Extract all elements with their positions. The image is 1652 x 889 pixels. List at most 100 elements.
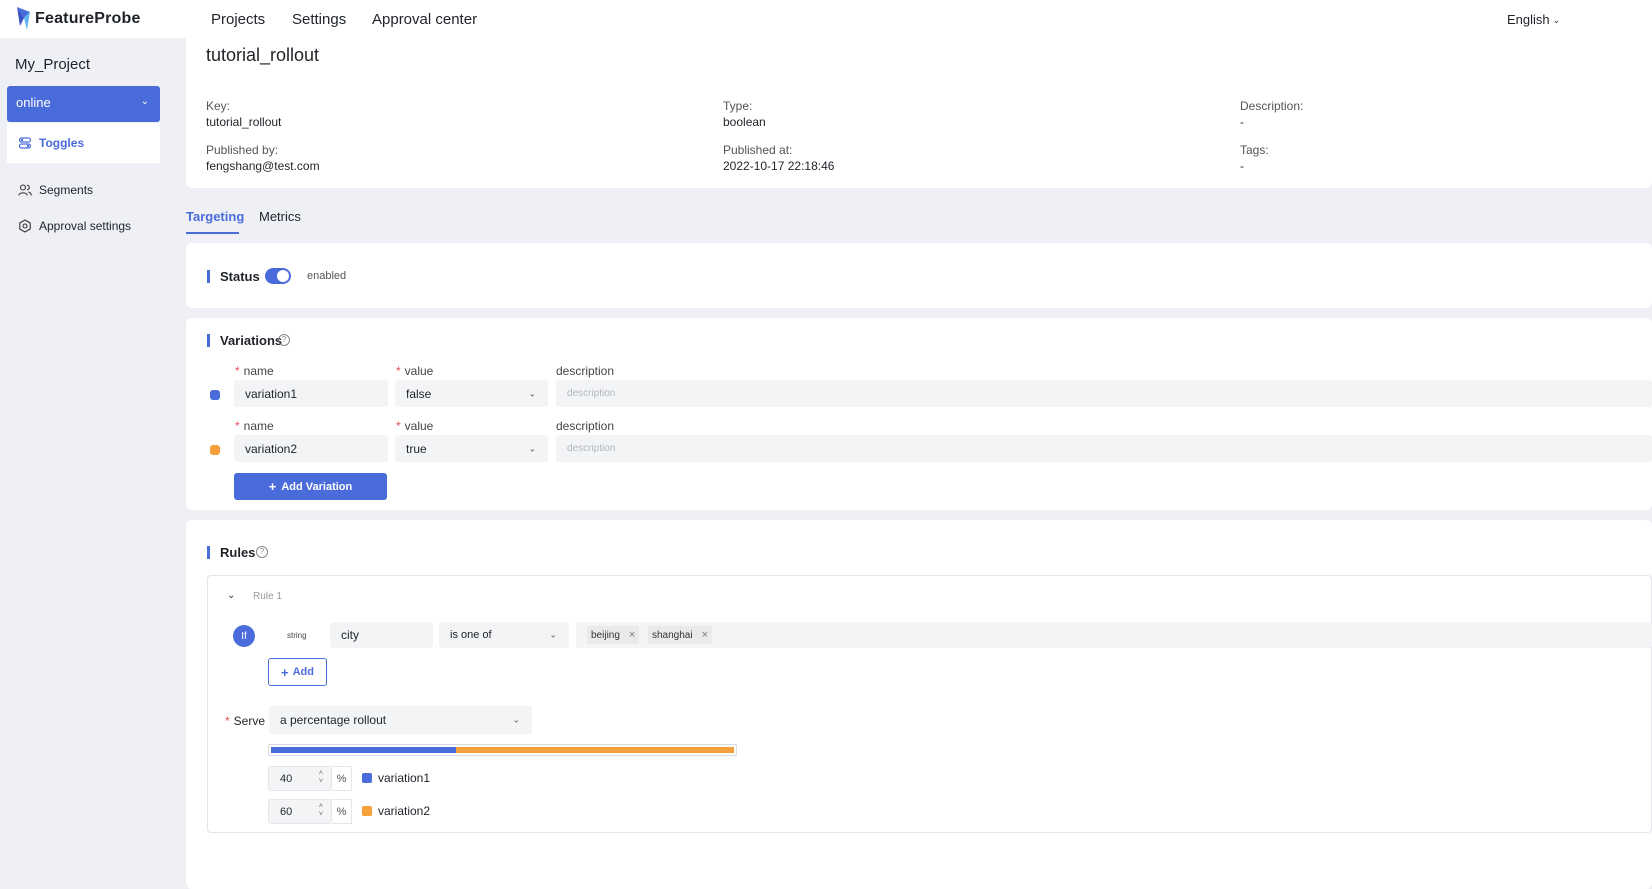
variation-name-input[interactable]: variation1 bbox=[234, 380, 388, 407]
environment-label: online bbox=[16, 95, 51, 110]
stepper-icon[interactable]: ˄ ˅ bbox=[319, 770, 323, 786]
plus-icon: + bbox=[268, 479, 277, 494]
values-multiselect[interactable] bbox=[576, 622, 1652, 648]
page-title: tutorial_rollout bbox=[206, 45, 320, 65]
sidebar-item-label: Toggles bbox=[39, 136, 85, 150]
description-label: description bbox=[556, 419, 615, 433]
operator-select[interactable]: is one of ⌄ bbox=[439, 622, 569, 648]
rollout-variation-name: variation2 bbox=[378, 804, 431, 818]
description-value: - bbox=[1240, 115, 1244, 129]
key-value: tutorial_rollout bbox=[206, 115, 282, 129]
active-tab-indicator bbox=[186, 232, 239, 234]
add-condition-button[interactable]: + Add bbox=[268, 658, 327, 686]
rule-name: Rule 1 bbox=[253, 591, 282, 602]
type-label: Type: bbox=[723, 99, 753, 113]
published-at-value: 2022-10-17 22:18:46 bbox=[723, 159, 835, 173]
value-tag: beijing × bbox=[587, 626, 640, 644]
status-text: enabled bbox=[307, 270, 347, 282]
language-label: English bbox=[1507, 12, 1550, 27]
type-value: boolean bbox=[723, 115, 766, 129]
variations-card bbox=[186, 318, 1652, 510]
serve-select[interactable]: a percentage rollout ⌄ bbox=[269, 706, 532, 734]
tab-metrics[interactable]: Metrics bbox=[259, 209, 301, 224]
project-name: My_Project bbox=[15, 56, 91, 73]
rollout-segment bbox=[456, 747, 734, 753]
nav-projects[interactable]: Projects bbox=[211, 11, 265, 28]
variations-title: Variations bbox=[220, 333, 283, 348]
variation-color-dot bbox=[362, 806, 372, 816]
variation-value: true bbox=[406, 441, 427, 456]
percent-input[interactable]: 60 ˄ ˅ bbox=[268, 799, 332, 824]
brand-logo[interactable]: FeatureProbe bbox=[16, 5, 141, 33]
percent-input[interactable]: 40 ˄ ˅ bbox=[268, 766, 332, 791]
percent-sign: % bbox=[332, 766, 352, 791]
rollout-segment bbox=[271, 747, 457, 753]
operator-value: is one of bbox=[450, 629, 492, 641]
close-icon[interactable]: × bbox=[629, 629, 635, 641]
if-badge: If bbox=[233, 625, 255, 647]
nav-approval-center[interactable]: Approval center bbox=[372, 11, 477, 28]
toggle-icon bbox=[18, 136, 32, 150]
description-label: description bbox=[556, 364, 615, 378]
value-label: * value bbox=[396, 419, 434, 433]
sidebar-item-label: Approval settings bbox=[39, 219, 132, 233]
tags-label: Tags: bbox=[1240, 143, 1269, 157]
sidebar: My_Project online ⌄ Toggles Segments App… bbox=[0, 38, 186, 889]
variation-name-input[interactable]: variation2 bbox=[234, 435, 388, 462]
users-icon bbox=[18, 183, 32, 197]
published-at-label: Published at: bbox=[723, 143, 793, 157]
attribute-input[interactable]: city bbox=[330, 622, 433, 648]
chevron-down-icon: ⌄ bbox=[140, 96, 149, 107]
help-icon[interactable]: ? bbox=[278, 334, 290, 346]
stepper-icon[interactable]: ˄ ˅ bbox=[319, 803, 323, 819]
close-icon[interactable]: × bbox=[702, 629, 708, 641]
gear-icon bbox=[18, 219, 32, 233]
variation-description-input[interactable]: description bbox=[556, 435, 1652, 462]
name-label: * name bbox=[235, 419, 274, 433]
chevron-down-icon: ⌄ bbox=[528, 443, 536, 453]
section-marker bbox=[207, 334, 210, 347]
serve-label: * Serve bbox=[225, 714, 266, 728]
published-by-label: Published by: bbox=[206, 143, 279, 157]
switch-knob bbox=[277, 270, 289, 282]
variation-value-select[interactable]: false ⌄ bbox=[395, 380, 548, 407]
value-label: * value bbox=[396, 364, 434, 378]
add-variation-button[interactable]: + Add Variation bbox=[234, 473, 387, 500]
tab-targeting[interactable]: Targeting bbox=[186, 209, 244, 224]
serve-value: a percentage rollout bbox=[280, 713, 387, 727]
sidebar-item-approval-settings[interactable]: Approval settings bbox=[7, 206, 160, 246]
variation-description-input[interactable]: description bbox=[556, 380, 1652, 407]
section-marker bbox=[207, 546, 210, 559]
sidebar-item-toggles[interactable]: Toggles bbox=[7, 123, 160, 163]
language-select[interactable]: English ⌄ bbox=[1507, 12, 1560, 27]
section-marker bbox=[207, 270, 210, 283]
environment-select[interactable]: online ⌄ bbox=[7, 86, 160, 122]
chevron-down-icon: ⌄ bbox=[549, 629, 557, 640]
variation-color-dot bbox=[210, 390, 220, 400]
rollout-bar bbox=[268, 744, 737, 756]
top-nav: FeatureProbe Projects Settings Approval … bbox=[0, 0, 1652, 38]
chevron-down-icon: ⌄ bbox=[528, 388, 536, 398]
value-tag: shanghai × bbox=[648, 626, 713, 644]
featureprobe-logo-icon bbox=[17, 7, 30, 30]
variation-value-select[interactable]: true ⌄ bbox=[395, 435, 548, 462]
chevron-down-icon: ⌄ bbox=[1552, 15, 1561, 26]
sidebar-item-label: Segments bbox=[39, 183, 94, 197]
rollout-bar-fill bbox=[271, 747, 734, 753]
help-icon[interactable]: ? bbox=[256, 546, 268, 558]
rule-panel bbox=[207, 575, 1652, 833]
brand-name: FeatureProbe bbox=[35, 10, 141, 27]
description-label: Description: bbox=[1240, 99, 1304, 113]
rollout-variation-name: variation1 bbox=[378, 771, 431, 785]
sidebar-item-segments[interactable]: Segments bbox=[7, 170, 160, 210]
name-label: * name bbox=[235, 364, 274, 378]
plus-icon: + bbox=[281, 664, 289, 680]
variation-value: false bbox=[406, 386, 432, 401]
attribute-type: string bbox=[287, 631, 307, 640]
percent-sign: % bbox=[332, 799, 352, 824]
nav-settings[interactable]: Settings bbox=[292, 11, 346, 28]
chevron-down-icon[interactable]: ⌄ bbox=[227, 590, 235, 601]
rules-title: Rules bbox=[220, 545, 256, 560]
status-title: Status bbox=[220, 269, 260, 284]
status-toggle-switch[interactable] bbox=[265, 268, 291, 284]
